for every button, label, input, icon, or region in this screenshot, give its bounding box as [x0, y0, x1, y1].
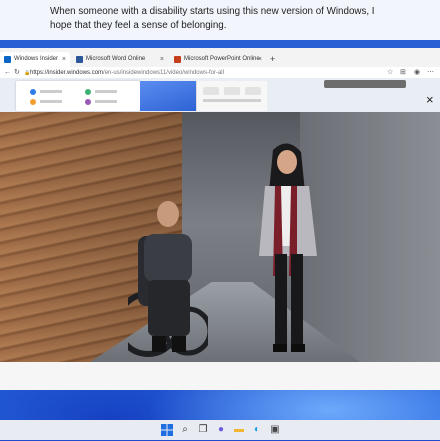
video-frame[interactable]	[0, 112, 440, 362]
word-favicon-icon	[76, 56, 83, 63]
powerpoint-favicon-icon	[174, 56, 181, 63]
quick-settings-thumbnail	[196, 81, 267, 111]
close-video-button[interactable]: ×	[426, 93, 434, 106]
site-preview-strip	[0, 78, 440, 112]
man-in-wheelchair	[128, 201, 208, 357]
tab-close-icon[interactable]: ×	[62, 52, 66, 67]
tab-windows-insider[interactable]: Windows Insider ×	[0, 52, 70, 67]
file-explorer-icon[interactable]: ▬	[232, 423, 246, 437]
wallpaper-thumbnail	[140, 81, 196, 111]
url-host: https://insider.windows.com	[30, 70, 104, 76]
tab-powerpoint-online[interactable]: Microsoft PowerPoint Online ×	[170, 52, 266, 67]
taskbar: ⌕ ❐ ● ▬ ◐ ▣	[0, 420, 440, 440]
edge-icon[interactable]: ◐	[250, 423, 264, 437]
address-bar[interactable]: https://insider.windows.com/en-us/inside…	[30, 68, 224, 78]
header-pill	[324, 80, 406, 88]
tab-word-online[interactable]: Microsoft Word Online ×	[72, 52, 168, 67]
windows-insider-favicon-icon	[4, 56, 11, 63]
caption-text: When someone with a disability starts us…	[50, 6, 375, 31]
caption-bar: When someone with a disability starts us…	[0, 0, 440, 40]
settings-thumbnail	[16, 81, 140, 111]
store-icon[interactable]: ▣	[268, 423, 282, 437]
tab-label: Windows Insider	[14, 56, 59, 62]
tab-label: Microsoft Word Online	[86, 56, 146, 62]
task-view-icon[interactable]: ❐	[196, 423, 210, 437]
woman-walking	[259, 143, 317, 352]
new-tab-button[interactable]: +	[270, 52, 275, 67]
tab-close-icon[interactable]: ×	[160, 52, 164, 67]
tab-close-icon[interactable]: ×	[258, 52, 262, 67]
tab-label: Microsoft PowerPoint Online	[184, 56, 260, 62]
url-path: /en-us/insidewindows11/video/windows-for…	[103, 70, 224, 76]
search-icon[interactable]: ⌕	[178, 423, 192, 437]
chat-icon[interactable]: ●	[214, 423, 228, 437]
windows-start-icon[interactable]	[160, 423, 174, 437]
browser-chrome: Windows Insider × Microsoft Word Online …	[0, 48, 440, 79]
